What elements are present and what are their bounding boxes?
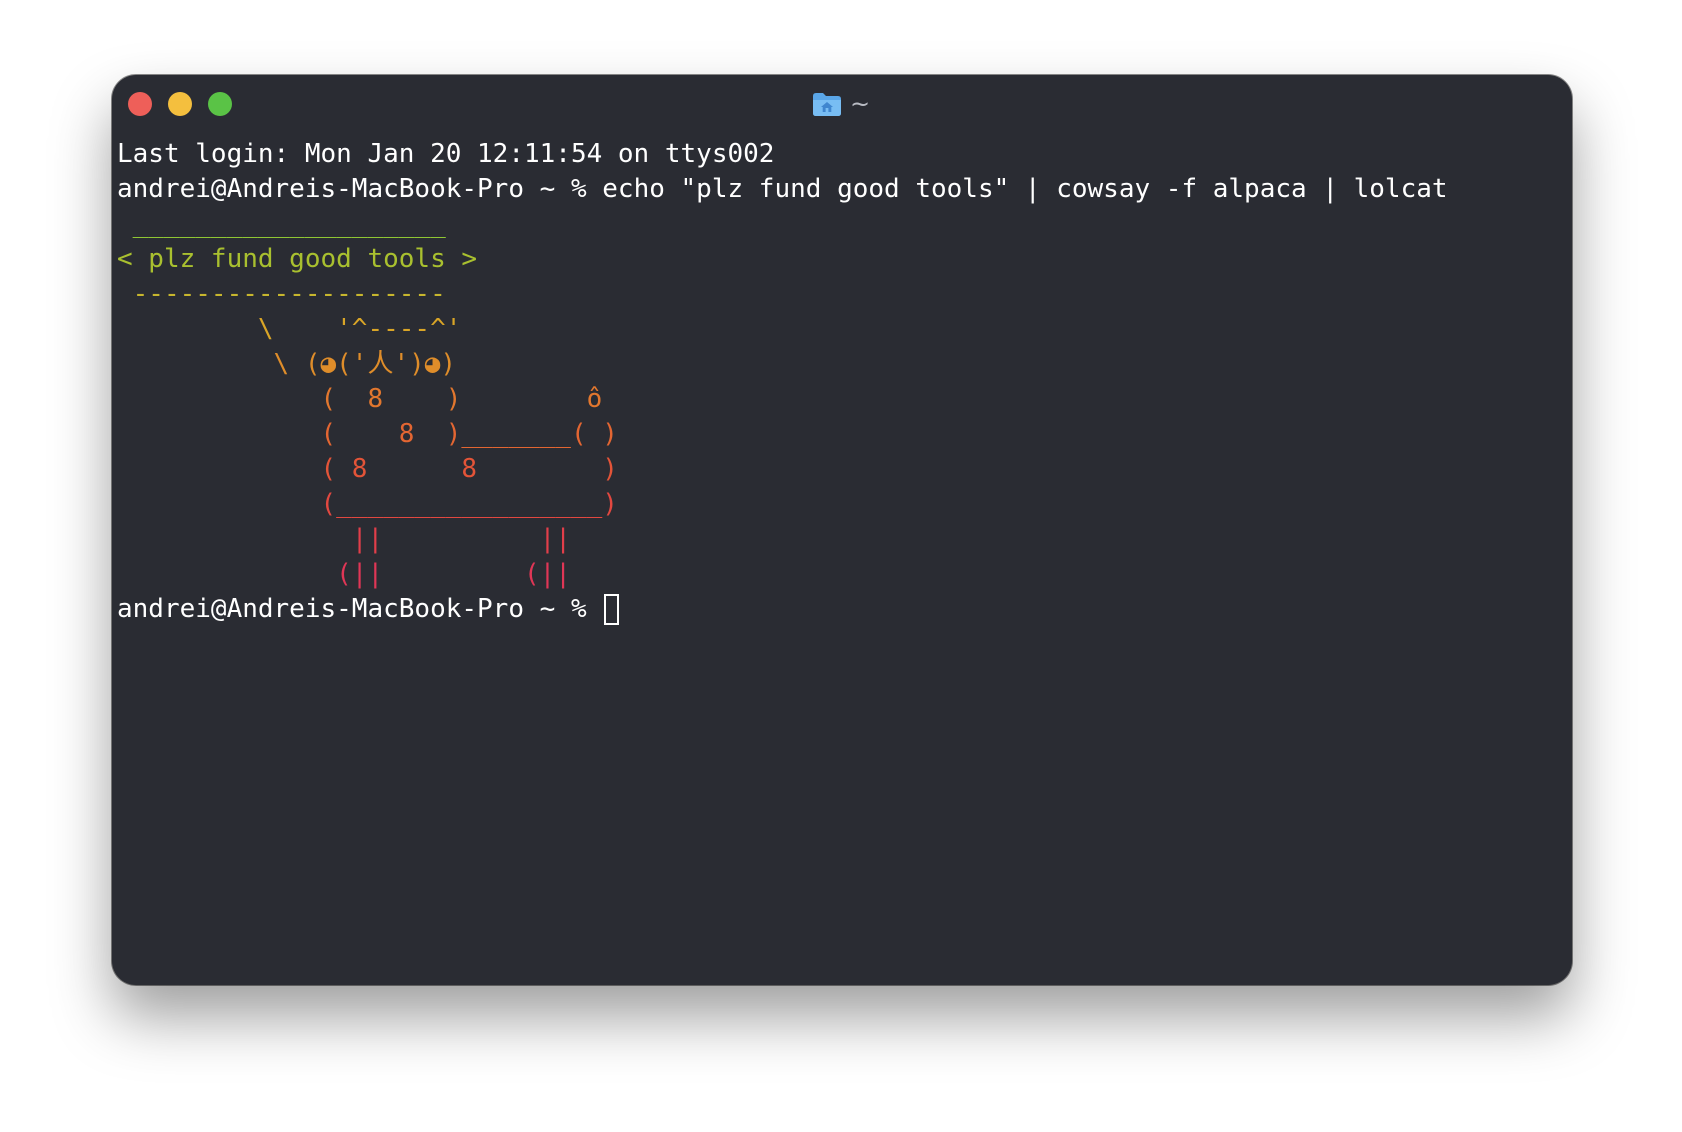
command-text: echo "plz fund good tools" | cowsay -f a…	[602, 174, 1448, 204]
cowsay-output: ____________________ < plz fund good tool…	[117, 207, 1562, 592]
last-login-line: Last login: Mon Jan 20 12:11:54 on ttys0…	[117, 139, 775, 169]
window-title: ~	[812, 89, 870, 119]
cowsay-line: \ (◕('人')◕)	[117, 349, 457, 379]
home-folder-icon	[813, 93, 841, 116]
cowsay-line: (|| (||	[117, 559, 571, 589]
cowsay-line: --------------------	[117, 279, 446, 309]
text-cursor[interactable]	[604, 594, 620, 625]
terminal-output[interactable]: Last login: Mon Jan 20 12:11:54 on ttys0…	[117, 137, 1562, 627]
cowsay-line: < plz fund good tools >	[117, 244, 478, 274]
command-line: andrei@Andreis-MacBook-Pro ~ % echo "plz…	[117, 172, 1562, 207]
window-title-text: ~	[850, 90, 871, 118]
prompt-text: andrei@Andreis-MacBook-Pro ~ %	[117, 594, 587, 624]
prompt-text: andrei@Andreis-MacBook-Pro ~ %	[117, 174, 587, 204]
title-bar[interactable]: ~	[112, 75, 1572, 131]
current-prompt-line[interactable]: andrei@Andreis-MacBook-Pro ~ %	[117, 592, 1562, 627]
zoom-button[interactable]	[208, 92, 232, 116]
cowsay-line: ( 8 8 )	[117, 454, 618, 484]
cowsay-line: ____________________	[117, 209, 446, 239]
cowsay-line: || ||	[117, 524, 571, 554]
close-button[interactable]	[128, 92, 152, 116]
cowsay-line: \ '^----^'	[117, 314, 462, 344]
minimize-button[interactable]	[168, 92, 192, 116]
cowsay-line: (_________________)	[117, 489, 618, 519]
cowsay-line: ( 8 ) ô	[117, 384, 603, 414]
cowsay-line: ( 8 )_______( )	[117, 419, 618, 449]
terminal-window: ~ Last login: Mon Jan 20 12:11:54 on tty…	[112, 75, 1572, 985]
